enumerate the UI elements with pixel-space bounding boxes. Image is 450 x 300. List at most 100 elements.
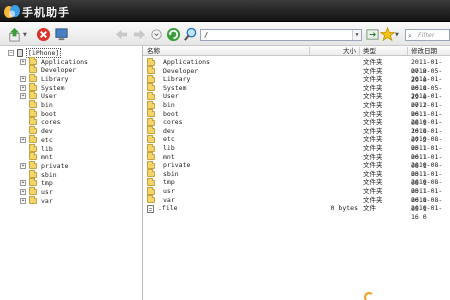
computer-button[interactable] bbox=[53, 26, 69, 42]
tree-item-label: etc bbox=[41, 135, 53, 144]
expand-icon[interactable]: + bbox=[20, 136, 26, 143]
expand-icon[interactable]: + bbox=[20, 180, 26, 187]
tree-item-label: private bbox=[41, 161, 69, 170]
folder-icon bbox=[147, 74, 155, 83]
column-divider[interactable] bbox=[359, 47, 360, 55]
tree-item[interactable]: boot bbox=[20, 108, 57, 118]
tree-item[interactable]: mnt bbox=[20, 152, 53, 162]
tree-item-label: Applications bbox=[41, 57, 88, 66]
back-button[interactable] bbox=[113, 26, 129, 42]
tree-item[interactable]: sbin bbox=[20, 169, 57, 179]
folder-icon bbox=[147, 100, 155, 109]
phone-icon bbox=[17, 48, 23, 57]
refresh-icon bbox=[166, 27, 180, 41]
forward-button[interactable] bbox=[131, 26, 147, 42]
upload-icon bbox=[8, 27, 20, 42]
tree-item[interactable]: lib bbox=[20, 143, 53, 153]
go-icon bbox=[365, 28, 379, 40]
folder-icon bbox=[29, 195, 37, 204]
folder-icon bbox=[29, 108, 37, 117]
folder-icon bbox=[147, 91, 155, 100]
file-type: 文件 bbox=[363, 204, 376, 213]
tree-item[interactable]: + System bbox=[20, 82, 65, 92]
tree-item[interactable]: + Library bbox=[20, 73, 69, 83]
tree-item-label: usr bbox=[41, 188, 53, 196]
tree-item-label: Library bbox=[41, 74, 69, 83]
tree-item-label: sbin bbox=[41, 170, 57, 179]
tree-item[interactable]: + var bbox=[20, 195, 53, 205]
expand-icon[interactable]: + bbox=[20, 189, 26, 195]
expand-icon[interactable]: + bbox=[20, 197, 26, 204]
folder-icon bbox=[147, 169, 155, 178]
history-button[interactable] bbox=[148, 26, 164, 42]
app-title: 手机助手 bbox=[22, 6, 70, 19]
expand-icon[interactable]: + bbox=[20, 162, 26, 169]
path-input[interactable]: / ▼ bbox=[200, 29, 362, 41]
list-header: 名称 大小 类型 修改日期 bbox=[143, 46, 450, 56]
path-dropdown-icon[interactable]: ▼ bbox=[352, 30, 361, 40]
refresh-button[interactable] bbox=[165, 26, 181, 42]
folder-icon bbox=[29, 91, 37, 100]
file-row[interactable]: .file 0 bytes 文件 2010-01-16 0 bbox=[143, 204, 450, 221]
expand-icon[interactable]: + bbox=[20, 58, 26, 65]
folder-icon bbox=[147, 177, 155, 186]
tree-item-label: dev bbox=[41, 127, 53, 136]
column-header-name[interactable]: 名称 bbox=[147, 47, 160, 55]
column-divider[interactable] bbox=[407, 47, 408, 55]
tree-item[interactable]: bin bbox=[20, 100, 53, 110]
column-header-date[interactable]: 修改日期 bbox=[411, 47, 437, 55]
file-date: 2010-01-16 0 bbox=[411, 204, 443, 222]
file-list: 名称 大小 类型 修改日期 Applications 文件夹 2011-01-07 … bbox=[143, 46, 450, 300]
folder-icon bbox=[147, 134, 155, 143]
tree-item[interactable]: + usr bbox=[20, 187, 53, 197]
app-logo-icon bbox=[4, 5, 20, 18]
toolbar: ▼ / ▼ ▼ ⌕ Filter bbox=[0, 22, 450, 46]
loading-spinner-icon bbox=[364, 292, 374, 300]
column-header-type[interactable]: 类型 bbox=[363, 47, 376, 55]
folder-icon bbox=[29, 117, 37, 126]
delete-button[interactable] bbox=[35, 26, 51, 42]
filter-search-icon: ⌕ bbox=[408, 32, 412, 40]
filter-input[interactable]: ⌕ Filter bbox=[405, 29, 450, 41]
column-divider[interactable] bbox=[309, 47, 310, 55]
favorites-button[interactable] bbox=[379, 26, 395, 42]
file-icon bbox=[147, 204, 154, 213]
folder-icon bbox=[147, 160, 155, 169]
expand-icon[interactable]: + bbox=[20, 93, 26, 100]
tree-item-label: lib bbox=[41, 144, 53, 153]
tree-item[interactable]: + tmp bbox=[20, 178, 53, 188]
back-arrow-icon bbox=[115, 29, 127, 39]
tree-item-label: var bbox=[41, 196, 53, 205]
folder-icon bbox=[147, 83, 155, 92]
tree-item[interactable]: + etc bbox=[20, 134, 53, 144]
tree-item-label: System bbox=[41, 83, 65, 92]
folder-icon bbox=[147, 195, 155, 204]
tree-item-label: bin bbox=[41, 101, 53, 109]
upload-button[interactable] bbox=[6, 26, 22, 42]
folder-icon bbox=[29, 56, 37, 65]
tree-item-label: mnt bbox=[41, 153, 53, 162]
collapse-icon[interactable]: − bbox=[8, 49, 14, 56]
folder-icon bbox=[29, 160, 37, 169]
tree-item[interactable]: + private bbox=[20, 160, 69, 170]
favorites-dropdown-icon[interactable]: ▼ bbox=[395, 32, 399, 38]
upload-dropdown-icon[interactable]: ▼ bbox=[23, 32, 27, 38]
tree-item[interactable]: cores bbox=[20, 117, 61, 127]
tree-item[interactable]: + User bbox=[20, 91, 57, 101]
expand-icon[interactable]: + bbox=[20, 75, 26, 82]
tree-item[interactable]: dev bbox=[20, 126, 53, 136]
folder-icon bbox=[29, 65, 37, 74]
search-button[interactable] bbox=[182, 26, 198, 42]
go-button[interactable] bbox=[364, 26, 380, 42]
file-name-cell: .file bbox=[147, 204, 178, 213]
column-header-size[interactable]: 大小 bbox=[343, 47, 356, 55]
filter-placeholder: Filter bbox=[418, 31, 435, 39]
computer-icon bbox=[54, 27, 68, 40]
folder-icon bbox=[29, 134, 37, 143]
search-icon bbox=[183, 27, 196, 41]
file-size: 0 bytes bbox=[330, 204, 358, 213]
expand-icon[interactable]: + bbox=[20, 84, 26, 91]
folder-icon bbox=[29, 100, 37, 108]
